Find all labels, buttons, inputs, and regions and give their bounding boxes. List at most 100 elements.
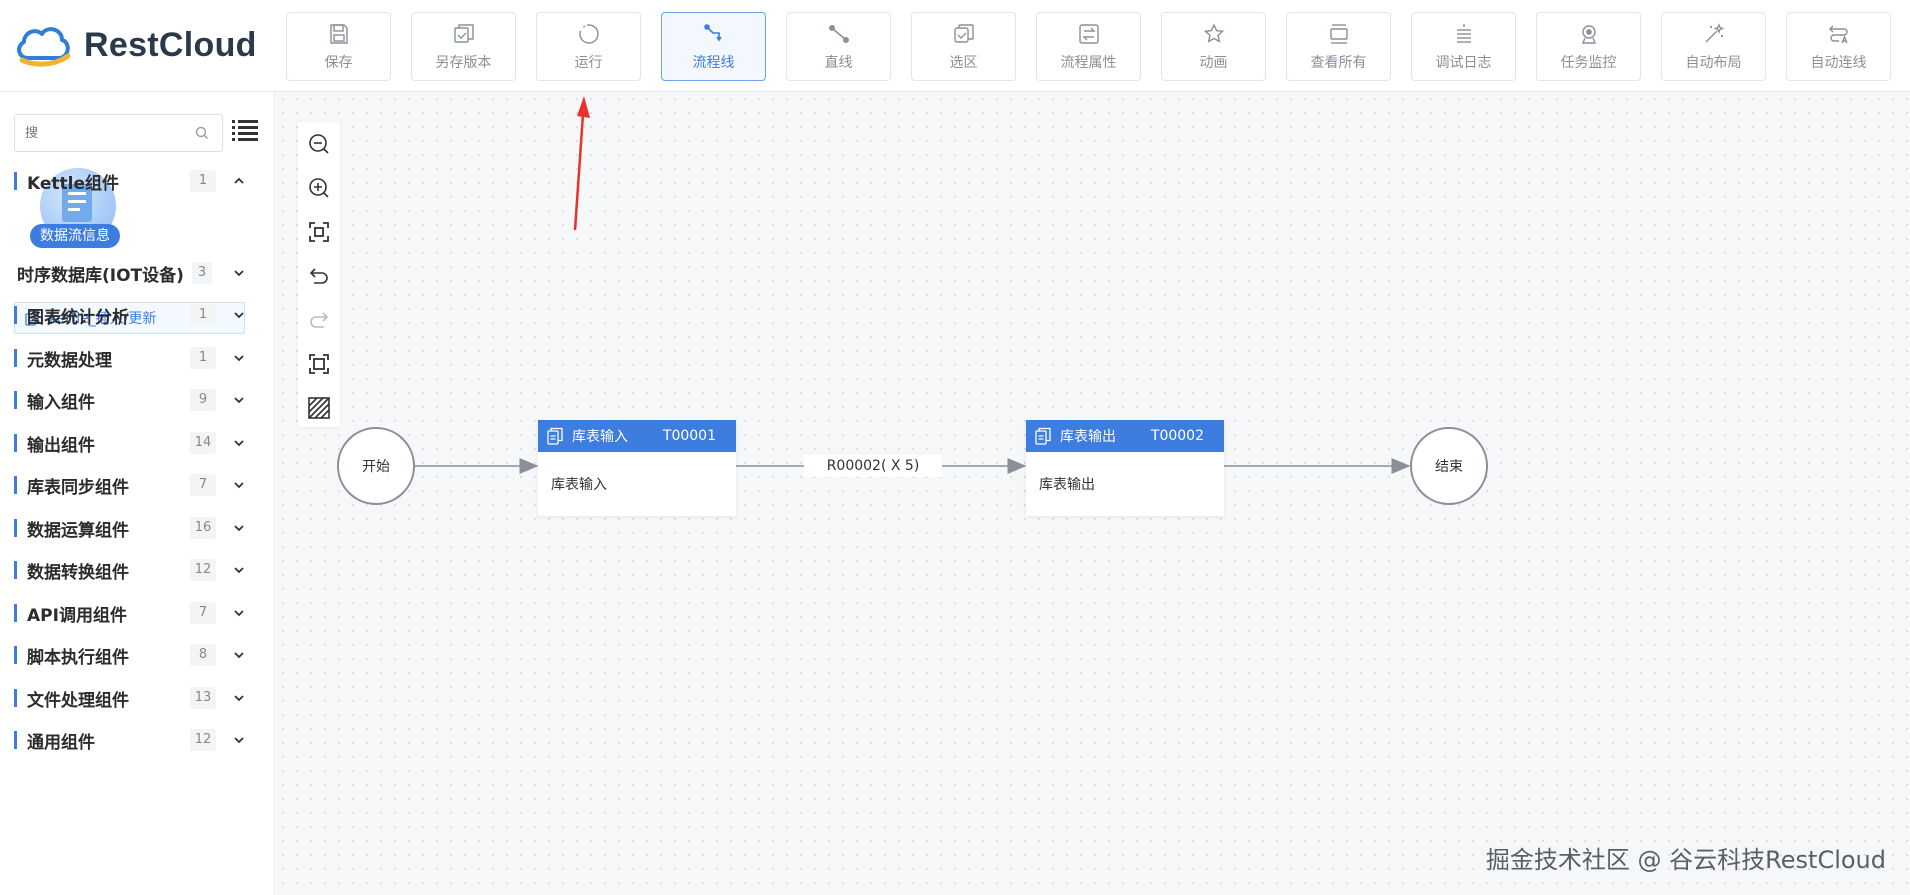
category-name: Kettle组件 <box>27 173 120 194</box>
chevron-down-icon[interactable] <box>232 478 246 492</box>
auto-connect-icon <box>1828 25 1848 43</box>
run-button[interactable]: 运行 <box>536 12 641 81</box>
category-table-sync[interactable]: 库表同步组件 7 <box>0 467 275 503</box>
zoom-in-icon[interactable] <box>307 176 331 200</box>
category-count: 7 <box>190 474 216 496</box>
chevron-down-icon[interactable] <box>232 436 246 450</box>
view-all-icon <box>1329 23 1348 44</box>
save-button[interactable]: 保存 <box>286 12 391 81</box>
select-area-icon <box>953 23 974 43</box>
task-monitor-icon <box>1581 24 1596 44</box>
table-output-node[interactable]: 库表输出 T00002 库表输出 <box>1026 420 1224 516</box>
category-file-processing[interactable]: 文件处理组件 13 <box>0 680 275 716</box>
category-marker <box>14 604 17 622</box>
auto-layout-button[interactable]: 自动布局 <box>1661 12 1766 81</box>
chevron-down-icon[interactable] <box>232 393 246 407</box>
chevron-down-icon[interactable] <box>232 691 246 705</box>
flow-properties-button[interactable]: 流程属性 <box>1036 12 1141 81</box>
category-data-transform[interactable]: 数据转换组件 12 <box>0 552 275 588</box>
category-marker <box>14 561 17 579</box>
run-label: 运行 <box>574 54 603 71</box>
straight-line-button[interactable]: 直线 <box>786 12 891 81</box>
chevron-up-icon[interactable] <box>232 174 246 188</box>
chevron-down-icon[interactable] <box>232 351 246 365</box>
view-all-button[interactable]: 查看所有 <box>1286 12 1391 81</box>
redo-icon[interactable] <box>307 308 331 332</box>
select-area-button[interactable]: 选区 <box>911 12 1016 81</box>
category-marker <box>14 519 17 537</box>
category-general[interactable]: 通用组件 12 <box>0 722 275 758</box>
debug-log-label: 调试日志 <box>1435 54 1492 71</box>
save-version-button[interactable]: 另存版本 <box>411 12 516 81</box>
run-icon <box>578 23 599 44</box>
category-name: 输出组件 <box>27 435 95 456</box>
chevron-down-icon[interactable] <box>232 308 246 322</box>
zoom-out-icon[interactable] <box>307 132 331 156</box>
start-node-label: 开始 <box>362 459 390 475</box>
logo: RestCloud <box>14 22 257 68</box>
chevron-down-icon[interactable] <box>232 648 246 662</box>
category-count: 7 <box>190 602 216 624</box>
table-input-node[interactable]: 库表输入 T00001 库表输入 <box>538 420 736 516</box>
logo-text: RestCloud <box>84 25 257 64</box>
category-metadata[interactable]: 元数据处理 1 <box>0 340 275 376</box>
component-sidebar: 数据流信息 Kettle组件 1 kettle_插入/更新 时序数据库(IOT设… <box>0 92 275 895</box>
flow-line-button[interactable]: 流程线 <box>661 12 766 81</box>
data-flow-info-label[interactable]: 数据流信息 <box>30 224 120 248</box>
auto-layout-icon <box>1705 22 1724 42</box>
actual-size-icon[interactable] <box>307 352 331 376</box>
auto-connect-label: 自动连线 <box>1810 54 1867 71</box>
category-input[interactable]: 输入组件 9 <box>0 382 275 418</box>
category-name: 通用组件 <box>27 732 95 753</box>
debug-log-button[interactable]: 调试日志 <box>1411 12 1516 81</box>
category-name: 图表统计分析 <box>27 307 129 328</box>
node-title: 库表输出 <box>1060 429 1116 445</box>
animation-button[interactable]: 动画 <box>1161 12 1266 81</box>
category-kettle[interactable]: Kettle组件 1 <box>0 163 275 199</box>
header: RestCloud 保存 另存版本 运行 流程线 直线 选区 流程属性 动画 查… <box>0 0 1910 92</box>
category-count: 13 <box>190 687 216 709</box>
category-marker <box>14 172 17 190</box>
start-node[interactable]: 开始 <box>337 427 415 505</box>
straight-line-label: 直线 <box>824 54 853 71</box>
save-version-label: 另存版本 <box>435 54 492 71</box>
category-marker <box>14 689 17 707</box>
flow-canvas[interactable]: 开始 库表输入 T00001 库表输入 R00002( X 5) 库表输出 T0… <box>276 92 1910 895</box>
undo-icon[interactable] <box>307 264 331 288</box>
restcloud-logo-icon <box>17 27 71 67</box>
search-icon[interactable] <box>194 125 210 141</box>
straight-line-icon <box>828 24 849 43</box>
chevron-down-icon[interactable] <box>232 606 246 620</box>
task-monitor-button[interactable]: 任务监控 <box>1536 12 1641 81</box>
select-area-label: 选区 <box>949 54 978 71</box>
component-search[interactable] <box>14 114 223 152</box>
category-name: 元数据处理 <box>27 350 112 371</box>
node-body: 库表输出 <box>1039 477 1095 493</box>
node-body: 库表输入 <box>551 477 607 493</box>
auto-connect-button[interactable]: 自动连线 <box>1786 12 1891 81</box>
component-search-input[interactable] <box>15 115 185 151</box>
end-node-label: 结束 <box>1435 459 1463 475</box>
debug-log-icon <box>1456 23 1471 43</box>
document-icon <box>1035 427 1051 445</box>
category-count: 8 <box>190 644 216 666</box>
chevron-down-icon[interactable] <box>232 521 246 535</box>
category-output[interactable]: 输出组件 14 <box>0 425 275 461</box>
category-api-call[interactable]: API调用组件 7 <box>0 595 275 631</box>
fit-view-icon[interactable] <box>307 220 331 244</box>
save-version-icon <box>453 23 474 43</box>
end-node[interactable]: 结束 <box>1410 427 1488 505</box>
category-marker <box>14 434 17 452</box>
node-code: T00001 <box>662 428 716 444</box>
list-view-icon[interactable] <box>232 119 258 141</box>
chevron-down-icon[interactable] <box>232 266 246 280</box>
chevron-down-icon[interactable] <box>232 563 246 577</box>
category-timeseries-db[interactable]: 时序数据库(IOT设备) 3 <box>0 255 275 291</box>
category-count: 12 <box>190 559 216 581</box>
category-script-exec[interactable]: 脚本执行组件 8 <box>0 637 275 673</box>
chevron-down-icon[interactable] <box>232 733 246 747</box>
category-data-compute[interactable]: 数据运算组件 16 <box>0 510 275 546</box>
grid-toggle-icon[interactable] <box>307 396 331 420</box>
edge-label[interactable]: R00002( X 5) <box>804 455 942 477</box>
category-chart-analysis[interactable]: 图表统计分析 1 <box>0 297 275 333</box>
